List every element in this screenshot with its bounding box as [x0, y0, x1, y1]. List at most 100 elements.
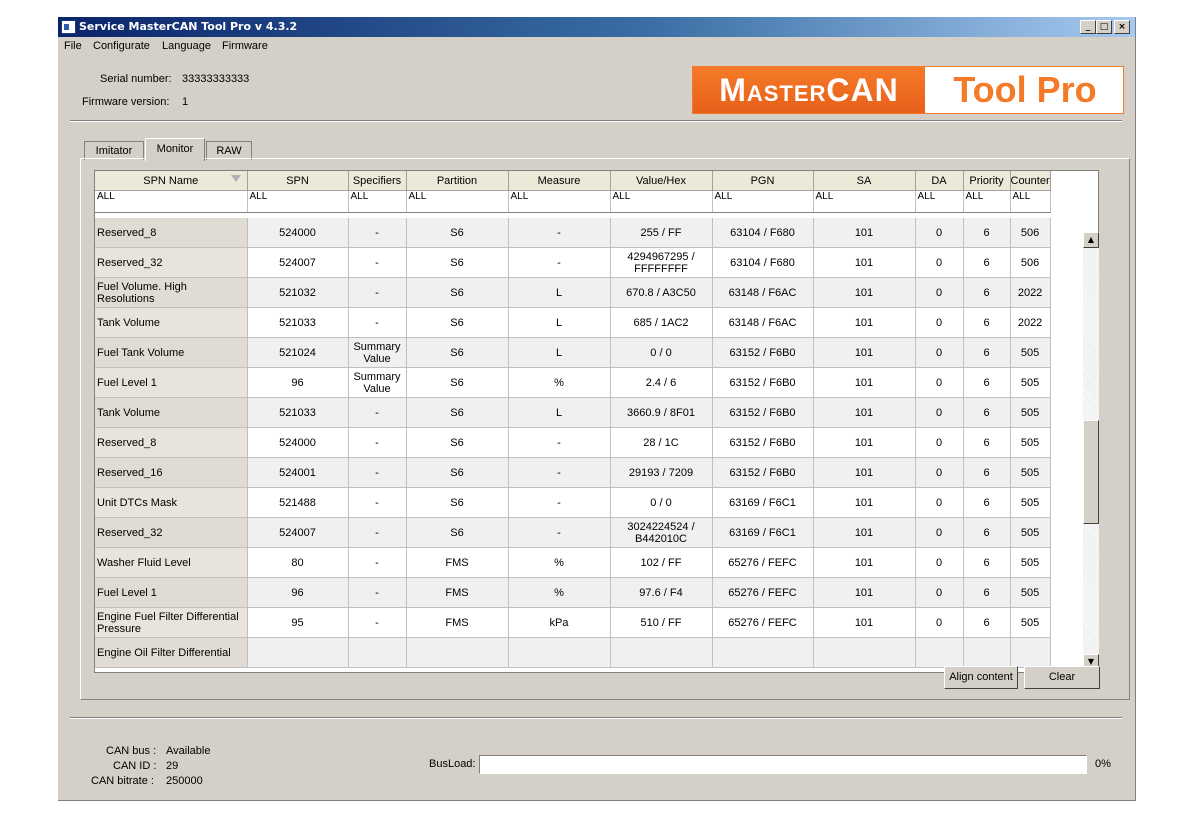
column-header-da[interactable]: DA	[915, 171, 964, 191]
cell-specifiers[interactable]: -	[348, 247, 407, 278]
cell-da[interactable]: 0	[915, 547, 964, 578]
table-row[interactable]: Reserved_16 524001- S6-29193 / 7209 63152 /…	[95, 457, 1051, 488]
cell-value-hex[interactable]: 28 / 1C	[610, 427, 713, 458]
cell-counter[interactable]: 2022	[1010, 277, 1051, 308]
cell-measure[interactable]: %	[508, 367, 611, 398]
cell-pgn[interactable]: 63104 / F680	[712, 218, 814, 248]
cell-priority[interactable]: 6	[963, 517, 1011, 548]
cell-priority[interactable]: 6	[963, 427, 1011, 458]
table-row[interactable]: Fuel Level 1 96- FMS% 97.6 / F4 65276 / FEFC…	[95, 577, 1051, 608]
cell-measure[interactable]: -	[508, 457, 611, 488]
filter-da[interactable]: ALL	[915, 190, 964, 213]
column-header-pgn[interactable]: PGN	[712, 171, 814, 191]
table-row[interactable]: Unit DTCs Mask 521488- S6-0 / 0 63169 / F6C…	[95, 487, 1051, 518]
cell-counter[interactable]: 505	[1010, 397, 1051, 428]
cell-spn-name[interactable]: Washer Fluid Level	[95, 547, 248, 578]
column-header-sa[interactable]: SA	[813, 171, 916, 191]
cell-measure[interactable]: L	[508, 277, 611, 308]
cell-sa[interactable]: 101	[813, 427, 916, 458]
cell-da[interactable]: 0	[915, 607, 964, 638]
cell-pgn[interactable]: 63148 / F6AC	[712, 307, 814, 338]
column-header-value-hex[interactable]: Value/Hex	[610, 171, 713, 191]
cell-counter[interactable]: 505	[1010, 607, 1051, 638]
cell-priority[interactable]: 6	[963, 337, 1011, 368]
cell-partition[interactable]: S6	[406, 397, 509, 428]
filter-spn-name[interactable]: ALL	[95, 190, 248, 213]
cell-spn[interactable]: 524001	[247, 457, 349, 488]
cell-specifiers[interactable]: -	[348, 307, 407, 338]
cell-partition[interactable]: S6	[406, 277, 509, 308]
cell-pgn[interactable]: 63152 / F6B0	[712, 337, 814, 368]
cell-partition[interactable]: S6	[406, 427, 509, 458]
cell-spn[interactable]: 521032	[247, 277, 349, 308]
cell-priority[interactable]: 6	[963, 247, 1011, 278]
cell-priority[interactable]: 6	[963, 607, 1011, 638]
cell-counter[interactable]	[1010, 637, 1051, 668]
cell-value-hex[interactable]: 670.8 / A3C50	[610, 277, 713, 308]
cell-value-hex[interactable]: 2.4 / 6	[610, 367, 713, 398]
cell-specifiers[interactable]: -	[348, 517, 407, 548]
table-vertical-scrollbar[interactable]: ▲ ▼	[1083, 232, 1099, 670]
cell-spn[interactable]: 96	[247, 577, 349, 608]
cell-spn-name[interactable]: Reserved_32	[95, 247, 248, 278]
cell-priority[interactable]: 6	[963, 487, 1011, 518]
table-row[interactable]: Engine Fuel Filter Differential Pressure…	[95, 607, 1051, 638]
cell-partition[interactable]: S6	[406, 517, 509, 548]
monitor-table[interactable]: SPN Name SPN Specifiers Partition Measur…	[94, 170, 1099, 673]
cell-sa[interactable]: 101	[813, 547, 916, 578]
cell-spn[interactable]: 521024	[247, 337, 349, 368]
cell-spn[interactable]: 524000	[247, 427, 349, 458]
cell-priority[interactable]: 6	[963, 397, 1011, 428]
cell-specifiers[interactable]: Summary Value	[348, 337, 407, 368]
cell-measure[interactable]: -	[508, 247, 611, 278]
table-row[interactable]: Fuel Tank Volume 521024 Summary Value S6 L 0 …	[95, 337, 1051, 368]
cell-spn[interactable]: 521488	[247, 487, 349, 518]
filter-pgn[interactable]: ALL	[712, 190, 814, 213]
cell-spn[interactable]: 521033	[247, 397, 349, 428]
maximize-button[interactable]: □	[1096, 20, 1112, 34]
filter-specifiers[interactable]: ALL	[348, 190, 407, 213]
cell-priority[interactable]: 6	[963, 577, 1011, 608]
column-header-measure[interactable]: Measure	[508, 171, 611, 191]
cell-specifiers[interactable]: -	[348, 277, 407, 308]
table-row[interactable]: Fuel Volume. High Resolutions 521032- S6 L 6…	[95, 277, 1051, 308]
close-button[interactable]: ×	[1114, 20, 1130, 34]
filter-partition[interactable]: ALL	[406, 190, 509, 213]
scroll-thumb[interactable]	[1083, 420, 1099, 524]
cell-spn[interactable]: 521033	[247, 307, 349, 338]
column-header-spn-name[interactable]: SPN Name	[95, 171, 248, 191]
cell-specifiers[interactable]: -	[348, 427, 407, 458]
cell-spn[interactable]: 524007	[247, 517, 349, 548]
cell-spn[interactable]: 80	[247, 547, 349, 578]
cell-sa[interactable]: 101	[813, 247, 916, 278]
cell-da[interactable]: 0	[915, 247, 964, 278]
cell-value-hex[interactable]	[610, 637, 713, 668]
cell-pgn[interactable]: 63152 / F6B0	[712, 427, 814, 458]
filter-value-hex[interactable]: ALL	[610, 190, 713, 213]
cell-priority[interactable]	[963, 637, 1011, 668]
cell-spn-name[interactable]: Unit DTCs Mask	[95, 487, 248, 518]
column-header-specifiers[interactable]: Specifiers	[348, 171, 407, 191]
column-header-spn[interactable]: SPN	[247, 171, 349, 191]
cell-counter[interactable]: 505	[1010, 427, 1051, 458]
cell-partition[interactable]: S6	[406, 487, 509, 518]
cell-spn-name[interactable]: Fuel Tank Volume	[95, 337, 248, 368]
cell-specifiers[interactable]: -	[348, 218, 407, 248]
cell-da[interactable]: 0	[915, 218, 964, 248]
menu-file[interactable]: File	[64, 40, 82, 52]
cell-da[interactable]: 0	[915, 337, 964, 368]
menu-firmware[interactable]: Firmware	[222, 40, 268, 52]
cell-specifiers[interactable]: -	[348, 607, 407, 638]
cell-spn[interactable]	[247, 637, 349, 668]
cell-pgn[interactable]: 63104 / F680	[712, 247, 814, 278]
table-row[interactable]: Tank Volume 521033- S6 L 3660.9 / 8F01 63152 …	[95, 397, 1051, 428]
cell-spn[interactable]: 96	[247, 367, 349, 398]
cell-measure[interactable]: -	[508, 517, 611, 548]
cell-specifiers[interactable]	[348, 637, 407, 668]
cell-counter[interactable]: 505	[1010, 577, 1051, 608]
cell-counter[interactable]: 505	[1010, 337, 1051, 368]
cell-value-hex[interactable]: 0 / 0	[610, 487, 713, 518]
cell-spn-name[interactable]: Fuel Level 1	[95, 367, 248, 398]
cell-measure[interactable]: -	[508, 427, 611, 458]
cell-sa[interactable]: 101	[813, 337, 916, 368]
